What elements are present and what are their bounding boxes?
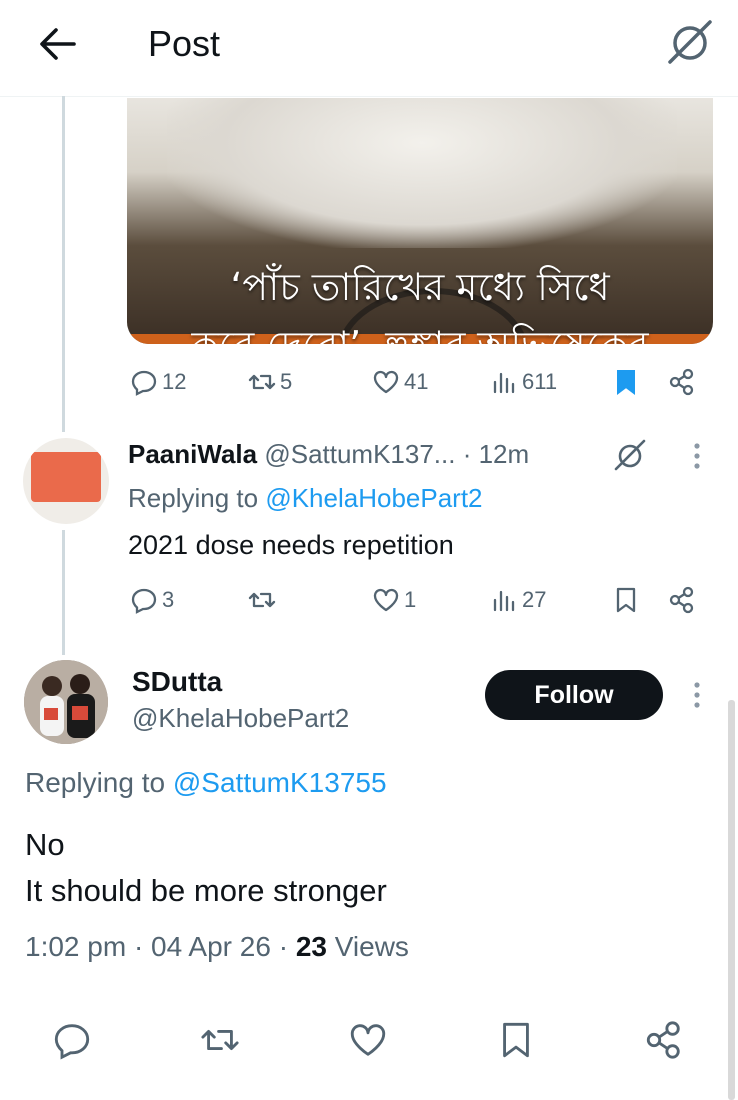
retweet-icon bbox=[248, 374, 276, 390]
replying-to-link[interactable]: @SattumK13755 bbox=[173, 767, 387, 798]
post-media-image[interactable]: ‘পাঁচ তারিখের মধ্যে সিধে করে দেবো’, হুঙ্… bbox=[127, 98, 713, 344]
views-bar-chart-icon bbox=[493, 590, 515, 612]
header-bar bbox=[0, 0, 738, 97]
views-button[interactable]: 27 bbox=[490, 586, 546, 614]
bookmark-button[interactable] bbox=[612, 368, 640, 396]
views-count: 611 bbox=[522, 369, 558, 394]
like-button[interactable] bbox=[348, 1020, 388, 1060]
more-vertical-icon bbox=[694, 682, 700, 708]
replying-prefix: Replying to bbox=[25, 767, 173, 798]
media-background bbox=[167, 98, 677, 248]
retweet-button[interactable] bbox=[200, 1020, 240, 1060]
user-handle[interactable]: @KhelaHobePart2 bbox=[132, 698, 349, 738]
replying-to-link[interactable]: @KhelaHobePart2 bbox=[265, 483, 482, 513]
thread-line bbox=[62, 530, 65, 655]
grok-icon bbox=[614, 439, 646, 471]
grok-icon bbox=[668, 20, 712, 64]
share-button[interactable] bbox=[668, 586, 696, 614]
reply-header: PaaniWala @SattumK137... · 12m bbox=[128, 434, 529, 474]
reply-button[interactable] bbox=[52, 1020, 92, 1060]
avatar-photo bbox=[24, 660, 108, 744]
like-button[interactable]: 41 bbox=[372, 368, 428, 396]
media-headline-line1: ‘পাঁচ তারিখের মধ্যে সিধে bbox=[230, 265, 610, 309]
post-time: · 12m bbox=[462, 439, 530, 469]
post-timestamp[interactable]: 1:02 pm · 04 Apr 26 · bbox=[25, 931, 296, 962]
scrollbar[interactable] bbox=[728, 700, 735, 1100]
views-bar-chart-icon bbox=[493, 372, 515, 394]
share-button[interactable] bbox=[668, 368, 696, 396]
more-vertical-icon bbox=[694, 443, 700, 469]
page-title: Post bbox=[148, 23, 221, 64]
post-meta: 1:02 pm · 04 Apr 26 · 23 Views bbox=[25, 927, 409, 967]
like-count: 1 bbox=[404, 587, 417, 612]
avatar[interactable] bbox=[24, 660, 108, 744]
back-button[interactable] bbox=[34, 22, 82, 66]
reply-button[interactable]: 12 bbox=[130, 368, 186, 396]
replying-to-line: Replying to @KhelaHobePart2 bbox=[128, 478, 483, 518]
share-icon bbox=[646, 1021, 680, 1059]
more-options-button[interactable] bbox=[685, 436, 709, 476]
grok-reply-button[interactable] bbox=[612, 437, 648, 473]
heart-icon bbox=[373, 370, 399, 394]
retweet-icon bbox=[201, 1030, 239, 1050]
share-button[interactable] bbox=[644, 1020, 684, 1060]
views-button[interactable]: 611 bbox=[490, 368, 557, 396]
heart-icon bbox=[373, 588, 399, 612]
views-label: Views bbox=[326, 931, 409, 962]
replying-to-line: Replying to @SattumK13755 bbox=[25, 763, 387, 803]
reply-icon bbox=[131, 588, 157, 614]
retweet-button[interactable]: 5 bbox=[248, 368, 292, 396]
post-text-line1: No bbox=[25, 827, 65, 862]
bookmark-icon bbox=[503, 1022, 529, 1058]
retweet-count: 5 bbox=[280, 369, 293, 394]
heart-icon bbox=[350, 1024, 386, 1056]
more-options-button[interactable] bbox=[685, 675, 709, 715]
bookmark-button[interactable] bbox=[496, 1020, 536, 1060]
reply-count: 12 bbox=[162, 369, 187, 394]
follow-button[interactable]: Follow bbox=[485, 670, 663, 720]
thread-line bbox=[62, 96, 65, 432]
reply-count: 3 bbox=[162, 587, 175, 612]
display-name[interactable]: SDutta bbox=[132, 662, 222, 702]
user-handle[interactable]: @SattumK137... bbox=[264, 439, 455, 469]
display-name[interactable]: PaaniWala bbox=[128, 439, 257, 469]
views-count: 23 bbox=[295, 931, 327, 962]
post-text-line2: It should be more stronger bbox=[25, 873, 387, 908]
avatar-poster-graphic bbox=[31, 452, 101, 502]
reply-icon bbox=[131, 370, 157, 396]
reply-icon bbox=[54, 1024, 90, 1060]
media-headline-line2: করে দেবো’, হুঙ্কার অভিষেকের bbox=[127, 316, 713, 344]
reply-text: 2021 dose needs repetition bbox=[128, 530, 454, 560]
like-count: 41 bbox=[404, 369, 429, 394]
replying-prefix: Replying to bbox=[128, 483, 266, 513]
share-icon bbox=[669, 586, 694, 614]
bookmark-button[interactable] bbox=[612, 586, 640, 614]
back-arrow-icon bbox=[40, 28, 76, 60]
bookmark-filled-icon bbox=[617, 370, 635, 395]
grok-button[interactable] bbox=[664, 16, 716, 68]
retweet-icon bbox=[248, 592, 276, 608]
bookmark-icon bbox=[616, 587, 636, 613]
post-text: No It should be more stronger bbox=[25, 822, 387, 914]
retweet-button[interactable] bbox=[248, 586, 280, 614]
reply-button[interactable]: 3 bbox=[130, 586, 174, 614]
views-count: 27 bbox=[522, 587, 547, 612]
share-icon bbox=[669, 368, 694, 396]
avatar[interactable] bbox=[23, 438, 109, 524]
like-button[interactable]: 1 bbox=[372, 586, 416, 614]
